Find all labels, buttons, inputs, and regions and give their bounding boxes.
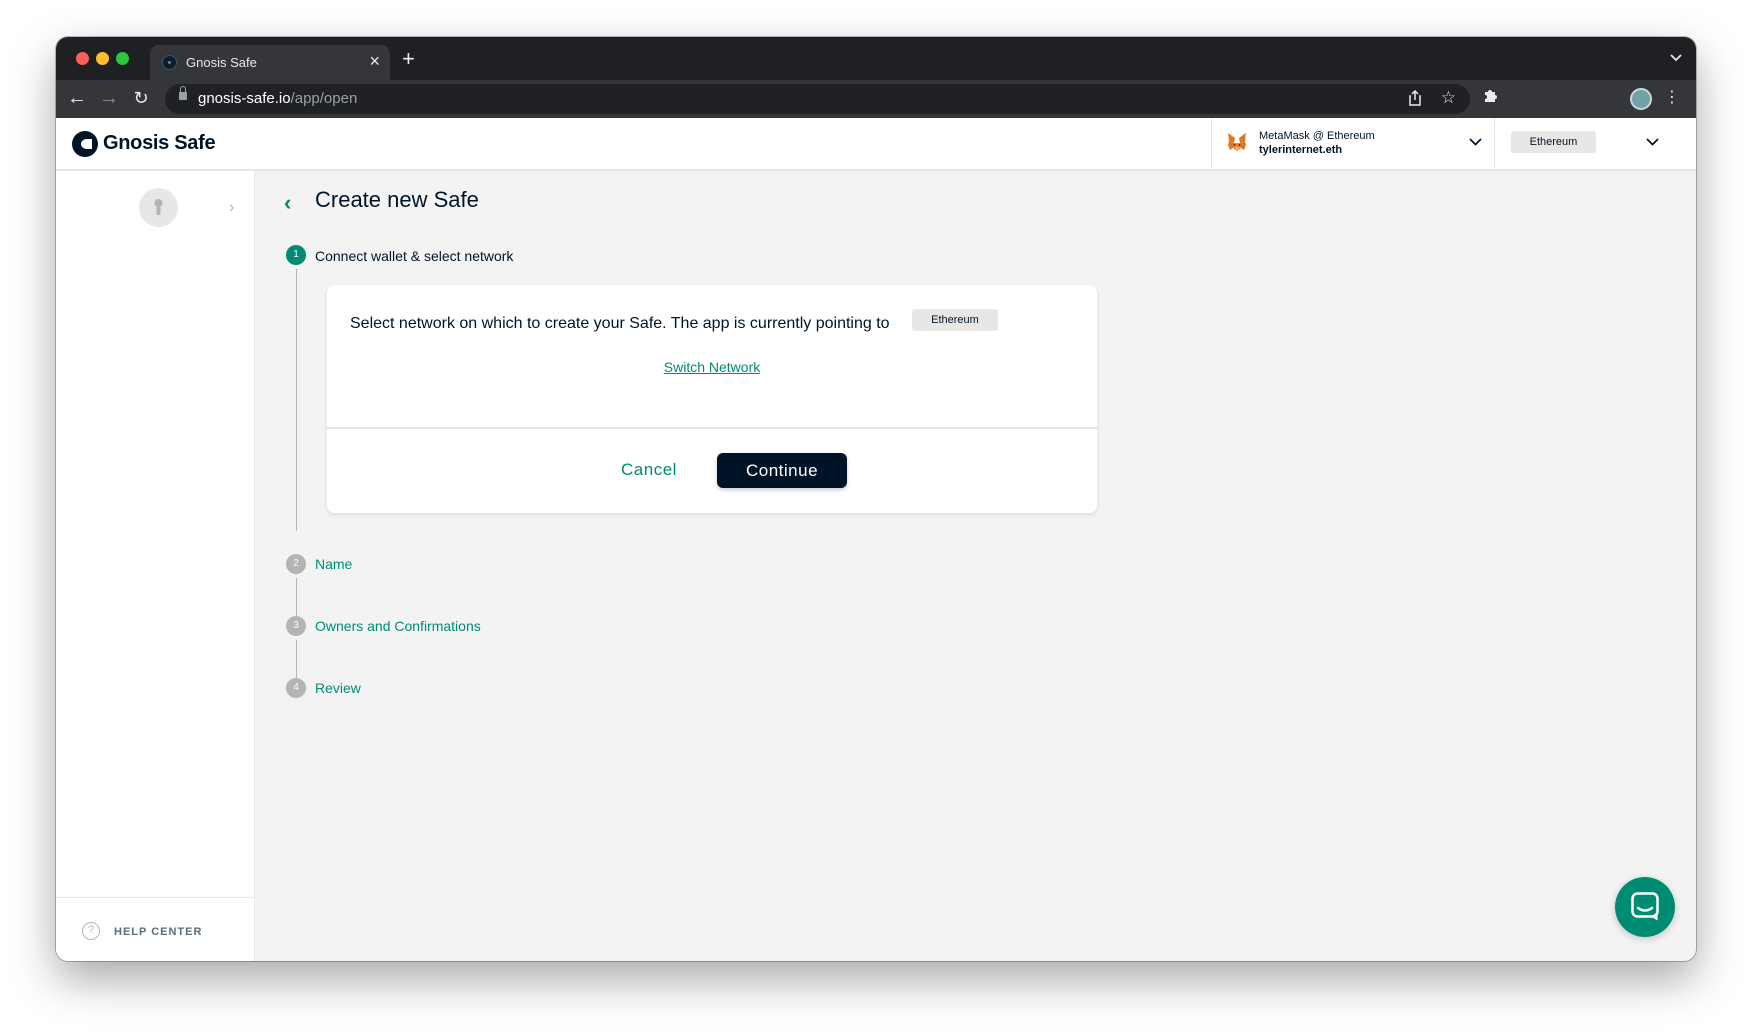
step-3-circle: 3 <box>286 616 306 636</box>
tab-close-icon[interactable]: × <box>369 51 380 72</box>
url-host: gnosis-safe.io <box>198 90 291 107</box>
chat-launcher-button[interactable] <box>1615 877 1675 937</box>
continue-button[interactable]: Continue <box>717 453 847 488</box>
wallet-name: tylerinternet.eth <box>1259 144 1343 156</box>
browser-tab-bar: Gnosis Safe × + <box>56 37 1696 80</box>
extensions-puzzle-icon[interactable] <box>1482 88 1498 108</box>
forward-arrow-icon[interactable]: → <box>97 86 121 110</box>
bookmark-star-icon[interactable]: ☆ <box>1441 88 1456 108</box>
card-instruction-text: Select network on which to create your S… <box>350 315 890 332</box>
kebab-menu-icon[interactable]: ⋮ <box>1664 87 1680 107</box>
wallet-chevron-down-icon[interactable] <box>1469 134 1482 149</box>
keyhole-icon <box>154 199 163 215</box>
profile-avatar[interactable] <box>1630 88 1652 110</box>
browser-tab[interactable]: Gnosis Safe × <box>150 45 390 80</box>
wallet-provider-label: MetaMask @ Ethereum <box>1259 130 1375 142</box>
step-2-label: Name <box>315 556 353 572</box>
help-question-icon: ? <box>82 922 100 940</box>
maximize-window-button[interactable] <box>116 52 129 65</box>
help-center-link[interactable]: ? HELP CENTER <box>56 897 254 961</box>
tab-title: Gnosis Safe <box>186 55 257 70</box>
reload-icon[interactable]: ↻ <box>129 86 153 110</box>
gnosis-logo-icon <box>72 131 98 157</box>
step-connector-line <box>296 578 297 616</box>
lock-icon[interactable] <box>179 86 187 101</box>
step-2-circle: 2 <box>286 554 306 574</box>
address-bar[interactable]: gnosis-safe.io/app/open ☆ <box>165 84 1470 114</box>
step-1-label: Connect wallet & select network <box>315 248 514 264</box>
safe-avatar[interactable] <box>139 188 178 227</box>
switch-network-link[interactable]: Switch Network <box>327 359 1097 375</box>
network-badge[interactable]: Ethereum <box>1511 131 1596 153</box>
step-3-label: Owners and Confirmations <box>315 618 481 634</box>
url-path: /app/open <box>290 90 358 107</box>
app-header: Gnosis Safe MetaMask @ Ethereum tylerint… <box>56 118 1696 171</box>
back-arrow-icon[interactable]: ← <box>65 86 89 110</box>
brand-name: Gnosis Safe <box>103 132 216 154</box>
page-title: Create new Safe <box>315 187 479 212</box>
wallet-selector[interactable]: MetaMask @ Ethereum tylerinternet.eth <box>1211 118 1495 169</box>
back-chevron-icon[interactable]: ‹ <box>284 190 291 216</box>
network-chevron-down-icon[interactable] <box>1646 134 1659 149</box>
step-4-circle: 4 <box>286 678 306 698</box>
step-4-label: Review <box>315 680 361 696</box>
url-text: gnosis-safe.io/app/open <box>198 90 357 107</box>
tab-search-chevron-icon[interactable] <box>1670 49 1682 65</box>
minimize-window-button[interactable] <box>96 52 109 65</box>
step-connector-line <box>296 269 297 531</box>
sidebar-chevron-right-icon[interactable]: › <box>229 199 234 217</box>
browser-window: Gnosis Safe × + ← → ↻ gnosis-safe.io/app… <box>56 37 1696 961</box>
gnosis-favicon-icon <box>162 55 177 70</box>
close-window-button[interactable] <box>76 52 89 65</box>
share-icon[interactable] <box>1408 89 1422 110</box>
help-center-label: HELP CENTER <box>114 926 203 938</box>
chat-bubble-icon <box>1631 892 1659 921</box>
current-network-chip: Ethereum <box>912 309 998 331</box>
cancel-button[interactable]: Cancel <box>597 453 701 487</box>
step-1-circle: 1 <box>286 245 306 265</box>
new-tab-icon[interactable]: + <box>402 46 415 72</box>
browser-toolbar: ← → ↻ gnosis-safe.io/app/open ☆ ⋮ <box>56 80 1696 118</box>
card-divider <box>327 427 1097 429</box>
metamask-fox-icon <box>1226 131 1248 153</box>
network-selection-card: Select network on which to create your S… <box>327 285 1097 513</box>
sidebar: › ? HELP CENTER <box>56 171 255 961</box>
step-connector-line <box>296 640 297 678</box>
